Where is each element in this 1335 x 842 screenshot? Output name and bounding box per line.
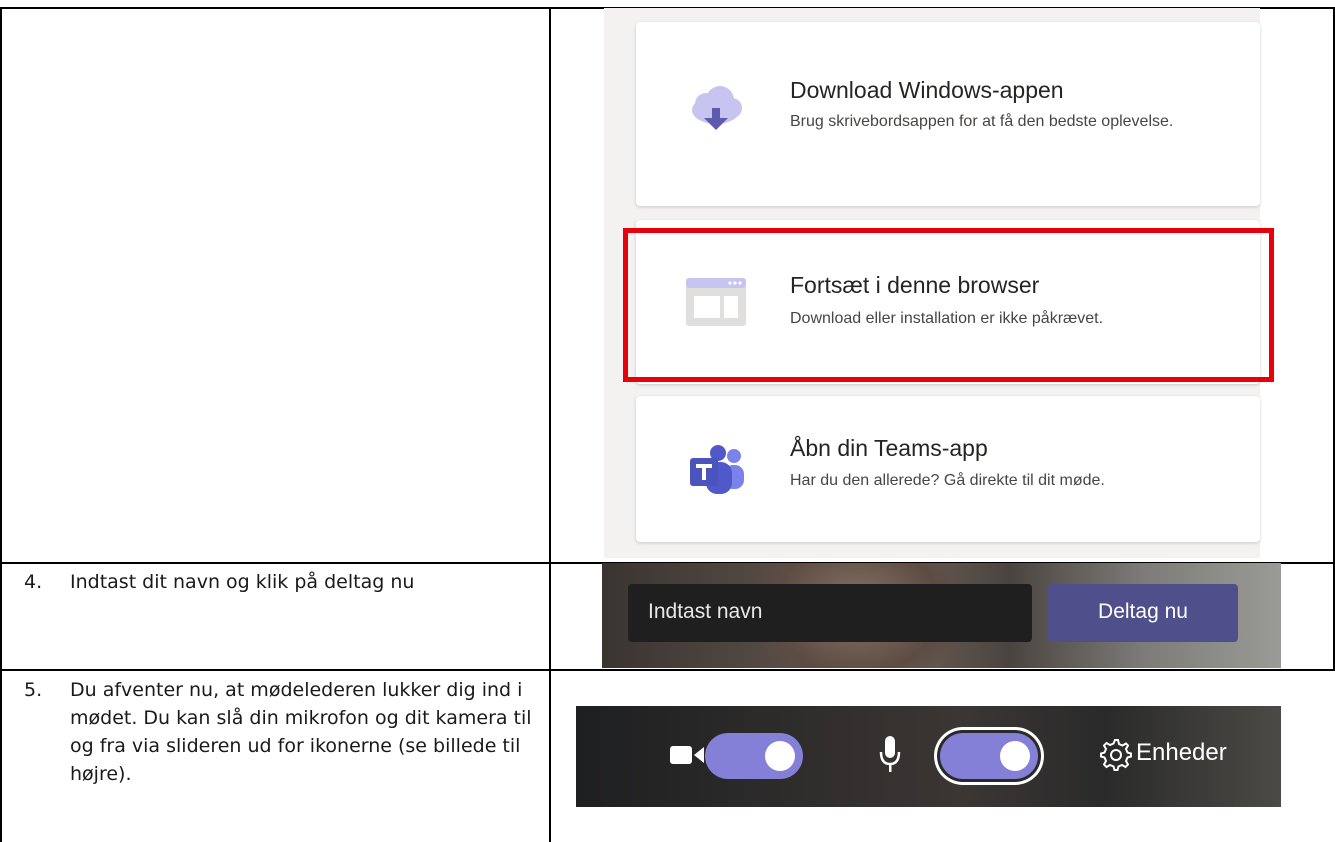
open-teams-app-title: Åbn din Teams-app [790, 435, 988, 461]
microphone-toggle-knob [1000, 741, 1030, 771]
microphone-toggle[interactable] [940, 733, 1038, 779]
name-input[interactable]: Indtast navn [628, 584, 1032, 642]
camera-icon [670, 744, 704, 770]
name-input-placeholder: Indtast navn [648, 600, 763, 623]
step-5-number: 5. [24, 679, 43, 701]
step-4-text: Indtast dit navn og klik på deltag nu [70, 571, 415, 593]
table-row-divider-2 [0, 669, 1335, 671]
step-4-number: 4. [24, 571, 43, 593]
table-column-divider [549, 7, 551, 842]
open-teams-app-card[interactable]: Åbn din Teams-app Har du den allerede? G… [636, 396, 1260, 542]
download-windows-app-description: Brug skrivebordsappen for at få den beds… [790, 113, 1174, 130]
join-now-label: Deltag nu [1098, 600, 1188, 623]
teams-logo-icon [684, 442, 744, 494]
cloud-download-icon [684, 82, 742, 134]
step-5-text: Du afventer nu, at mødelederen lukker di… [70, 679, 532, 785]
open-teams-app-description: Har du den allerede? Gå direkte til dit … [790, 472, 1105, 489]
step-4: 4. Indtast dit navn og klik på deltag nu [24, 568, 538, 596]
device-controls-screenshot: Enheder [576, 706, 1281, 807]
step-5: 5. Du afventer nu, at mødelederen lukker… [24, 676, 538, 788]
devices-label[interactable]: Enheder [1136, 739, 1227, 767]
camera-toggle-knob [765, 741, 795, 771]
download-windows-app-title: Download Windows-appen [790, 77, 1064, 103]
join-bar-screenshot: Indtast navn Deltag nu [602, 563, 1281, 668]
red-highlight-box [623, 228, 1274, 382]
microphone-icon [879, 736, 901, 778]
download-windows-app-card[interactable]: Download Windows-appen Brug skrivebordsa… [636, 22, 1260, 206]
join-now-button[interactable]: Deltag nu [1048, 584, 1238, 642]
gear-icon[interactable] [1098, 737, 1132, 775]
table-left-border [0, 7, 2, 842]
camera-toggle[interactable] [705, 733, 803, 779]
